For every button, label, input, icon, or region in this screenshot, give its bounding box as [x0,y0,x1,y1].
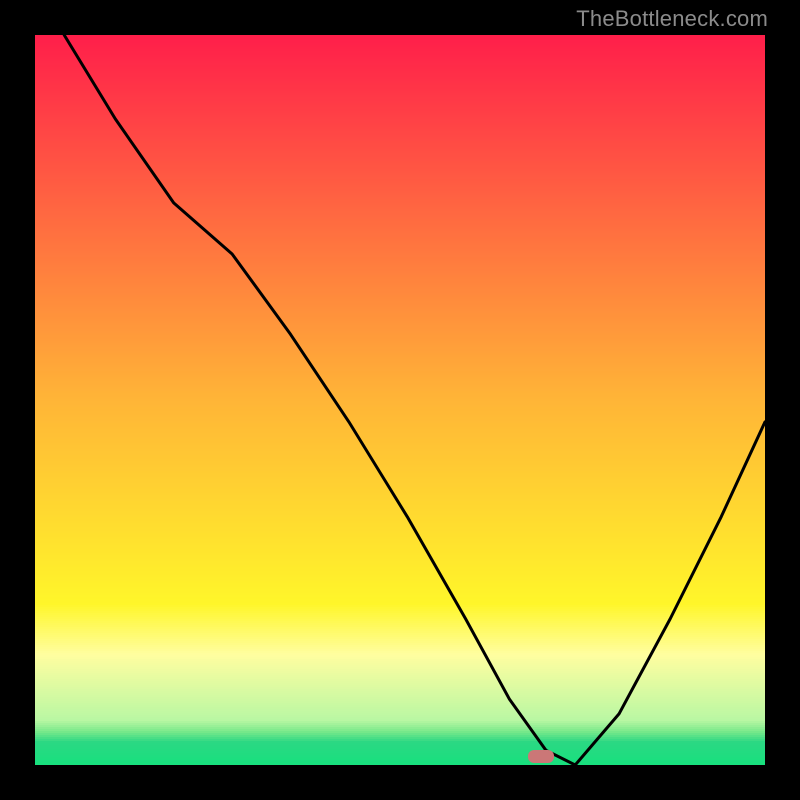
bottleneck-curve [64,35,765,765]
watermark-text: TheBottleneck.com [576,6,768,32]
chart-frame: TheBottleneck.com [0,0,800,800]
optimum-marker [528,750,554,763]
plot-area [35,35,765,765]
curve-layer [35,35,765,765]
